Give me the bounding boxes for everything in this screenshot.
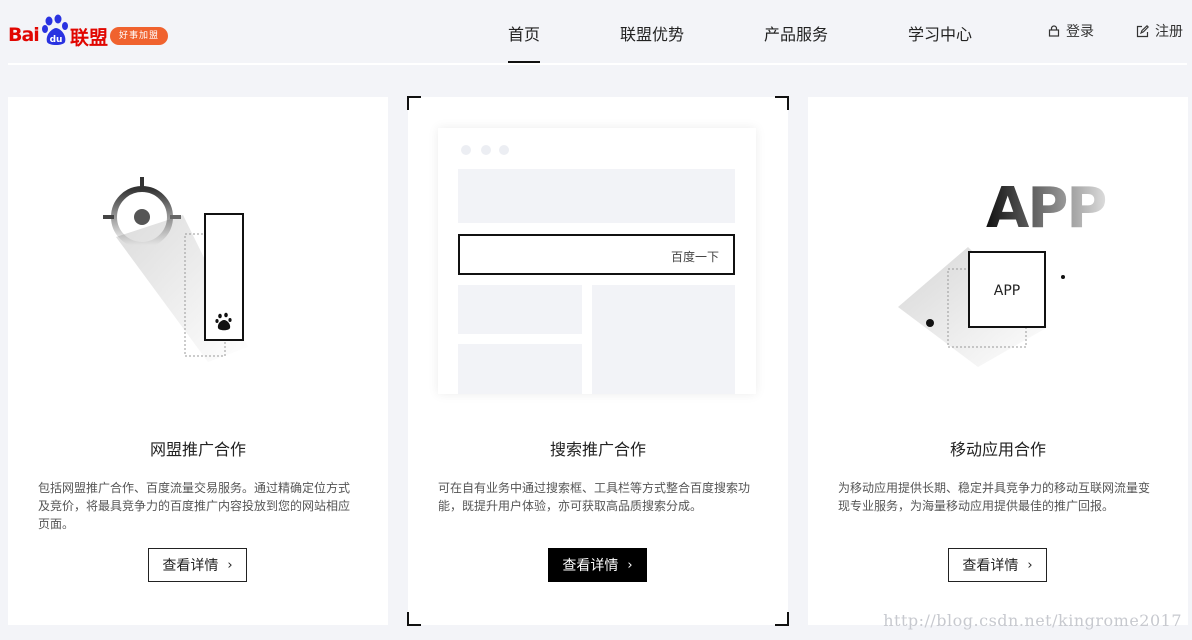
- card-mobile-app: APP APP 移动应用合作 为移动应用提供长期、稳定并具竞争力的移动互联网流量…: [808, 97, 1188, 625]
- baidu-union-logo[interactable]: Bai du 联盟 好事加盟: [8, 14, 168, 49]
- browser-mockup-illustration: 百度一下: [438, 128, 756, 394]
- selection-corner: [407, 96, 421, 110]
- card-description: 可在自有业务中通过搜索框、工具栏等方式整合百度搜索功能，既提升用户体验，亦可获取…: [438, 481, 751, 513]
- login-link[interactable]: 登录: [1048, 21, 1094, 41]
- app-large-text: APP: [986, 176, 1105, 241]
- window-dot: [499, 145, 509, 155]
- nav-item-advantages[interactable]: 联盟优势: [620, 21, 684, 45]
- button-label: 查看详情: [162, 558, 219, 574]
- chevron-right-icon: ›: [1027, 557, 1033, 573]
- selection-corner: [775, 96, 789, 110]
- paw-logo-icon: du: [42, 14, 68, 45]
- logo-text-bai: Bai: [8, 24, 40, 46]
- window-dot: [481, 145, 491, 155]
- card-description: 为移动应用提供长期、稳定并具竞争力的移动互联网流量变现专业服务，为海量移动应用提…: [838, 481, 1151, 513]
- placeholder-block: [458, 285, 582, 334]
- selection-corner: [407, 612, 421, 626]
- placeholder-block: [592, 285, 735, 394]
- lock-icon: [1048, 25, 1060, 37]
- logo-text-union: 联盟: [70, 27, 109, 49]
- button-label: 查看详情: [562, 558, 619, 574]
- card-title: 移动应用合作: [949, 440, 1046, 459]
- card-search-promotion: 百度一下 搜索推广合作 可在自有业务中通过搜索框、工具栏等方式整合百度搜索功能，…: [407, 96, 789, 626]
- login-label: 登录: [1066, 24, 1094, 40]
- view-details-button[interactable]: 查看详情 ›: [548, 548, 647, 582]
- dot-decoration: [1061, 275, 1065, 279]
- edit-icon: [1136, 24, 1149, 37]
- card-network-promotion: 网盟推广合作 包括网盟推广合作、百度流量交易服务。通过精确定位方式及竞价，将最具…: [8, 97, 388, 625]
- watermark-text: http://blog.csdn.net/kingrome2017: [883, 611, 1182, 630]
- logo-slogan-badge: 好事加盟: [110, 27, 168, 45]
- app-tile-text: APP: [994, 283, 1020, 299]
- dot-decoration: [926, 319, 934, 327]
- selection-corner: [775, 612, 789, 626]
- search-button-text: 百度一下: [670, 250, 719, 264]
- card-title: 搜索推广合作: [549, 440, 646, 459]
- placeholder-block: [458, 169, 735, 223]
- header-divider: [8, 63, 1187, 65]
- placeholder-block: [458, 344, 582, 394]
- register-label: 注册: [1155, 24, 1183, 40]
- card-title: 网盟推广合作: [149, 440, 246, 459]
- top-header: Bai du 联盟 好事加盟 首页 联盟优势 产品服务 学习中心 登录 注册: [0, 0, 1192, 65]
- view-details-button[interactable]: 查看详情 ›: [148, 548, 247, 582]
- nav-item-home[interactable]: 首页: [508, 21, 540, 45]
- crosshair-center: [134, 209, 150, 225]
- chevron-right-icon: ›: [627, 557, 633, 573]
- chevron-right-icon: ›: [227, 557, 233, 573]
- window-dot: [461, 145, 471, 155]
- nav-item-learning[interactable]: 学习中心: [908, 21, 972, 45]
- search-box-mockup: 百度一下: [458, 234, 735, 275]
- register-link[interactable]: 注册: [1136, 21, 1183, 41]
- app-illustration: APP APP: [898, 176, 1107, 367]
- nav-item-products[interactable]: 产品服务: [764, 21, 828, 45]
- logo-text-du: du: [50, 35, 63, 45]
- button-label: 查看详情: [962, 558, 1019, 574]
- targeting-illustration: [103, 177, 248, 362]
- view-details-button[interactable]: 查看详情 ›: [948, 548, 1047, 582]
- card-description: 包括网盟推广合作、百度流量交易服务。通过精确定位方式及竞价，将最具竞争力的百度推…: [38, 481, 351, 531]
